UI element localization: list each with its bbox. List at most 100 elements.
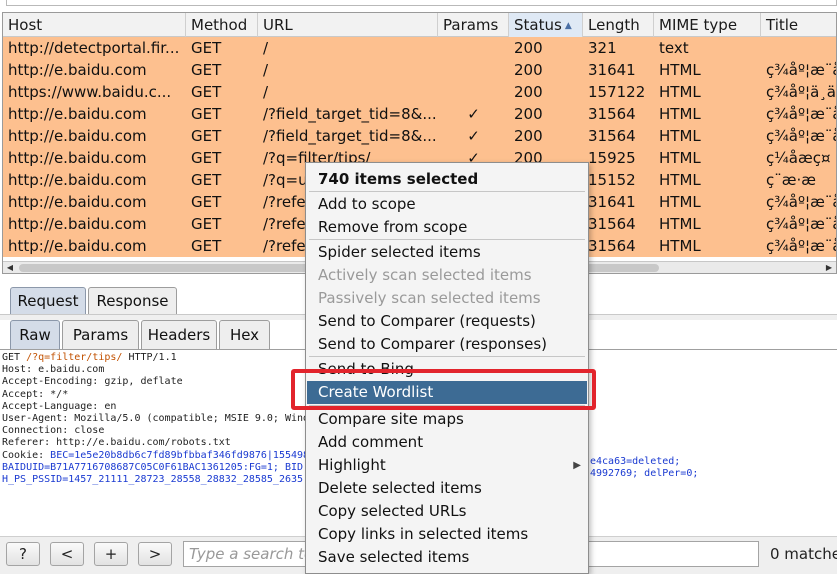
cell-method: GET bbox=[191, 39, 222, 57]
menu-item-label: Passively scan selected items bbox=[318, 289, 541, 307]
filter-bar-edge bbox=[0, 0, 837, 12]
menu-item-spider-selected-items[interactable]: Spider selected items bbox=[307, 241, 587, 264]
cell-title: ç¾åº¦æ¨å bbox=[766, 61, 837, 79]
cell-mime: HTML bbox=[659, 171, 701, 189]
cell-length: 31641 bbox=[588, 61, 636, 79]
menu-selection-count: 740 items selected bbox=[318, 170, 479, 188]
menu-separator bbox=[309, 356, 585, 357]
column-status[interactable]: Status ▲ bbox=[509, 13, 583, 37]
cookie-continuation-1: e4ca63=deleted; bbox=[590, 456, 681, 467]
menu-item-add-comment[interactable]: Add comment bbox=[307, 431, 587, 454]
menu-item-label: Delete selected items bbox=[318, 479, 482, 497]
annotation-highlight-box bbox=[291, 369, 596, 410]
cell-length: 31641 bbox=[588, 193, 636, 211]
cell-length: 31564 bbox=[588, 215, 636, 233]
menu-item-compare-site-maps[interactable]: Compare site maps bbox=[307, 408, 587, 431]
column-host[interactable]: Host bbox=[3, 13, 186, 37]
column-mime-type[interactable]: MIME type bbox=[654, 13, 761, 37]
request-path: /?q=filter/tips/ bbox=[26, 352, 123, 363]
menu-item-label: Save selected items bbox=[318, 548, 470, 566]
menu-item-send-to-comparer-requests[interactable]: Send to Comparer (requests) bbox=[307, 310, 587, 333]
cell-length: 31564 bbox=[588, 237, 636, 255]
cell-host: http://detectportal.fir... bbox=[8, 39, 180, 57]
sort-ascending-icon: ▲ bbox=[564, 21, 572, 31]
column-title[interactable]: Title bbox=[761, 13, 836, 37]
cell-url: /?field_target_tid=8&... bbox=[263, 105, 437, 123]
menu-item-label: Add to scope bbox=[318, 195, 416, 213]
table-row[interactable]: https://www.baidu.c... GET / 200 157122 HTML ç… bbox=[3, 81, 836, 103]
menu-item-label: Actively scan selected items bbox=[318, 266, 532, 284]
cell-mime: HTML bbox=[659, 127, 701, 145]
cell-length: 15152 bbox=[588, 171, 636, 189]
table-row[interactable]: http://e.baidu.com GET /?field_target_tid=… bbox=[3, 103, 836, 125]
column-status-label: Status bbox=[514, 16, 562, 34]
cell-method: GET bbox=[191, 149, 222, 167]
cell-mime: HTML bbox=[659, 83, 701, 101]
cell-host: http://e.baidu.com bbox=[8, 149, 147, 167]
cell-status: 200 bbox=[514, 39, 543, 57]
menu-item-actively-scan-selected-items: Actively scan selected items bbox=[307, 264, 587, 287]
cell-length: 157122 bbox=[588, 83, 646, 101]
menu-item-label: Copy selected URLs bbox=[318, 502, 467, 520]
menu-item-passively-scan-selected-items: Passively scan selected items bbox=[307, 287, 587, 310]
previous-button[interactable]: < bbox=[50, 542, 84, 566]
table-row[interactable]: http://e.baidu.com GET / 200 31641 HTML ç¾åº¦æ… bbox=[3, 59, 836, 81]
cell-method: GET bbox=[191, 171, 222, 189]
menu-item-add-to-scope[interactable]: Add to scope bbox=[307, 193, 587, 216]
cell-method: GET bbox=[191, 105, 222, 123]
menu-item-remove-from-scope[interactable]: Remove from scope bbox=[307, 216, 587, 239]
add-button[interactable]: + bbox=[94, 542, 128, 566]
menu-item-label: Copy links in selected items bbox=[318, 525, 529, 543]
table-row[interactable]: http://e.baidu.com GET /?field_target_tid=… bbox=[3, 125, 836, 147]
menu-item-label: Send to Comparer (responses) bbox=[318, 335, 547, 353]
cell-mime: HTML bbox=[659, 237, 701, 255]
cell-title: ç¼åæç¤ bbox=[766, 149, 831, 167]
cell-url: / bbox=[263, 83, 269, 101]
table-header: Host Method URL Params Status ▲ Length MI… bbox=[3, 13, 836, 37]
cell-title: ç¾åº¦æ¨å bbox=[766, 127, 837, 145]
cell-mime: HTML bbox=[659, 215, 701, 233]
submenu-arrow-icon: ▶ bbox=[573, 460, 581, 471]
cell-method: GET bbox=[191, 83, 222, 101]
cell-method: GET bbox=[191, 237, 222, 255]
tab-headers[interactable]: Headers bbox=[141, 320, 217, 350]
scroll-right-icon[interactable]: ▶ bbox=[822, 262, 836, 273]
cell-title: ç¾åº¦æ¨å bbox=[766, 105, 837, 123]
cell-method: GET bbox=[191, 193, 222, 211]
menu-item-copy-selected-urls[interactable]: Copy selected URLs bbox=[307, 500, 587, 523]
cell-params: ✓ bbox=[467, 105, 480, 123]
cell-title: ç¾åº¦æ¨å bbox=[766, 215, 837, 233]
column-params[interactable]: Params bbox=[438, 13, 509, 37]
table-row[interactable]: http://detectportal.fir... GET / 200 321 text bbox=[3, 37, 836, 59]
cookie-continuation-2: 4992769; delPer=0; bbox=[590, 468, 699, 479]
tab-params[interactable]: Params bbox=[62, 320, 139, 350]
menu-item-label: Remove from scope bbox=[318, 218, 468, 236]
next-button[interactable]: > bbox=[138, 542, 172, 566]
tab-raw[interactable]: Raw bbox=[10, 320, 60, 350]
menu-item-save-selected-items[interactable]: Save selected items bbox=[307, 546, 587, 569]
cell-params: ✓ bbox=[467, 127, 480, 145]
cell-status: 200 bbox=[514, 83, 543, 101]
cell-host: http://e.baidu.com bbox=[8, 61, 147, 79]
menu-item-highlight[interactable]: Highlight ▶ bbox=[307, 454, 587, 477]
match-count: 0 matches bbox=[770, 545, 837, 563]
tab-request[interactable]: Request bbox=[10, 287, 86, 315]
cell-host: http://e.baidu.com bbox=[8, 215, 147, 233]
tab-hex[interactable]: Hex bbox=[219, 320, 270, 350]
cell-length: 31564 bbox=[588, 105, 636, 123]
cell-length: 15925 bbox=[588, 149, 636, 167]
column-method[interactable]: Method bbox=[186, 13, 258, 37]
column-length[interactable]: Length bbox=[583, 13, 654, 37]
menu-item-label: Compare site maps bbox=[318, 410, 464, 428]
menu-item-send-to-comparer-responses[interactable]: Send to Comparer (responses) bbox=[307, 333, 587, 356]
cell-title: ç¾åº¦ä¸ä bbox=[766, 83, 836, 101]
scroll-left-icon[interactable]: ◀ bbox=[3, 262, 17, 273]
tab-response[interactable]: Response bbox=[88, 287, 177, 315]
menu-separator bbox=[309, 239, 585, 240]
cell-mime: HTML bbox=[659, 105, 701, 123]
help-button[interactable]: ? bbox=[6, 542, 40, 566]
column-url[interactable]: URL bbox=[258, 13, 438, 37]
cell-status: 200 bbox=[514, 127, 543, 145]
menu-item-copy-links-in-selected-items[interactable]: Copy links in selected items bbox=[307, 523, 587, 546]
menu-item-delete-selected-items[interactable]: Delete selected items bbox=[307, 477, 587, 500]
